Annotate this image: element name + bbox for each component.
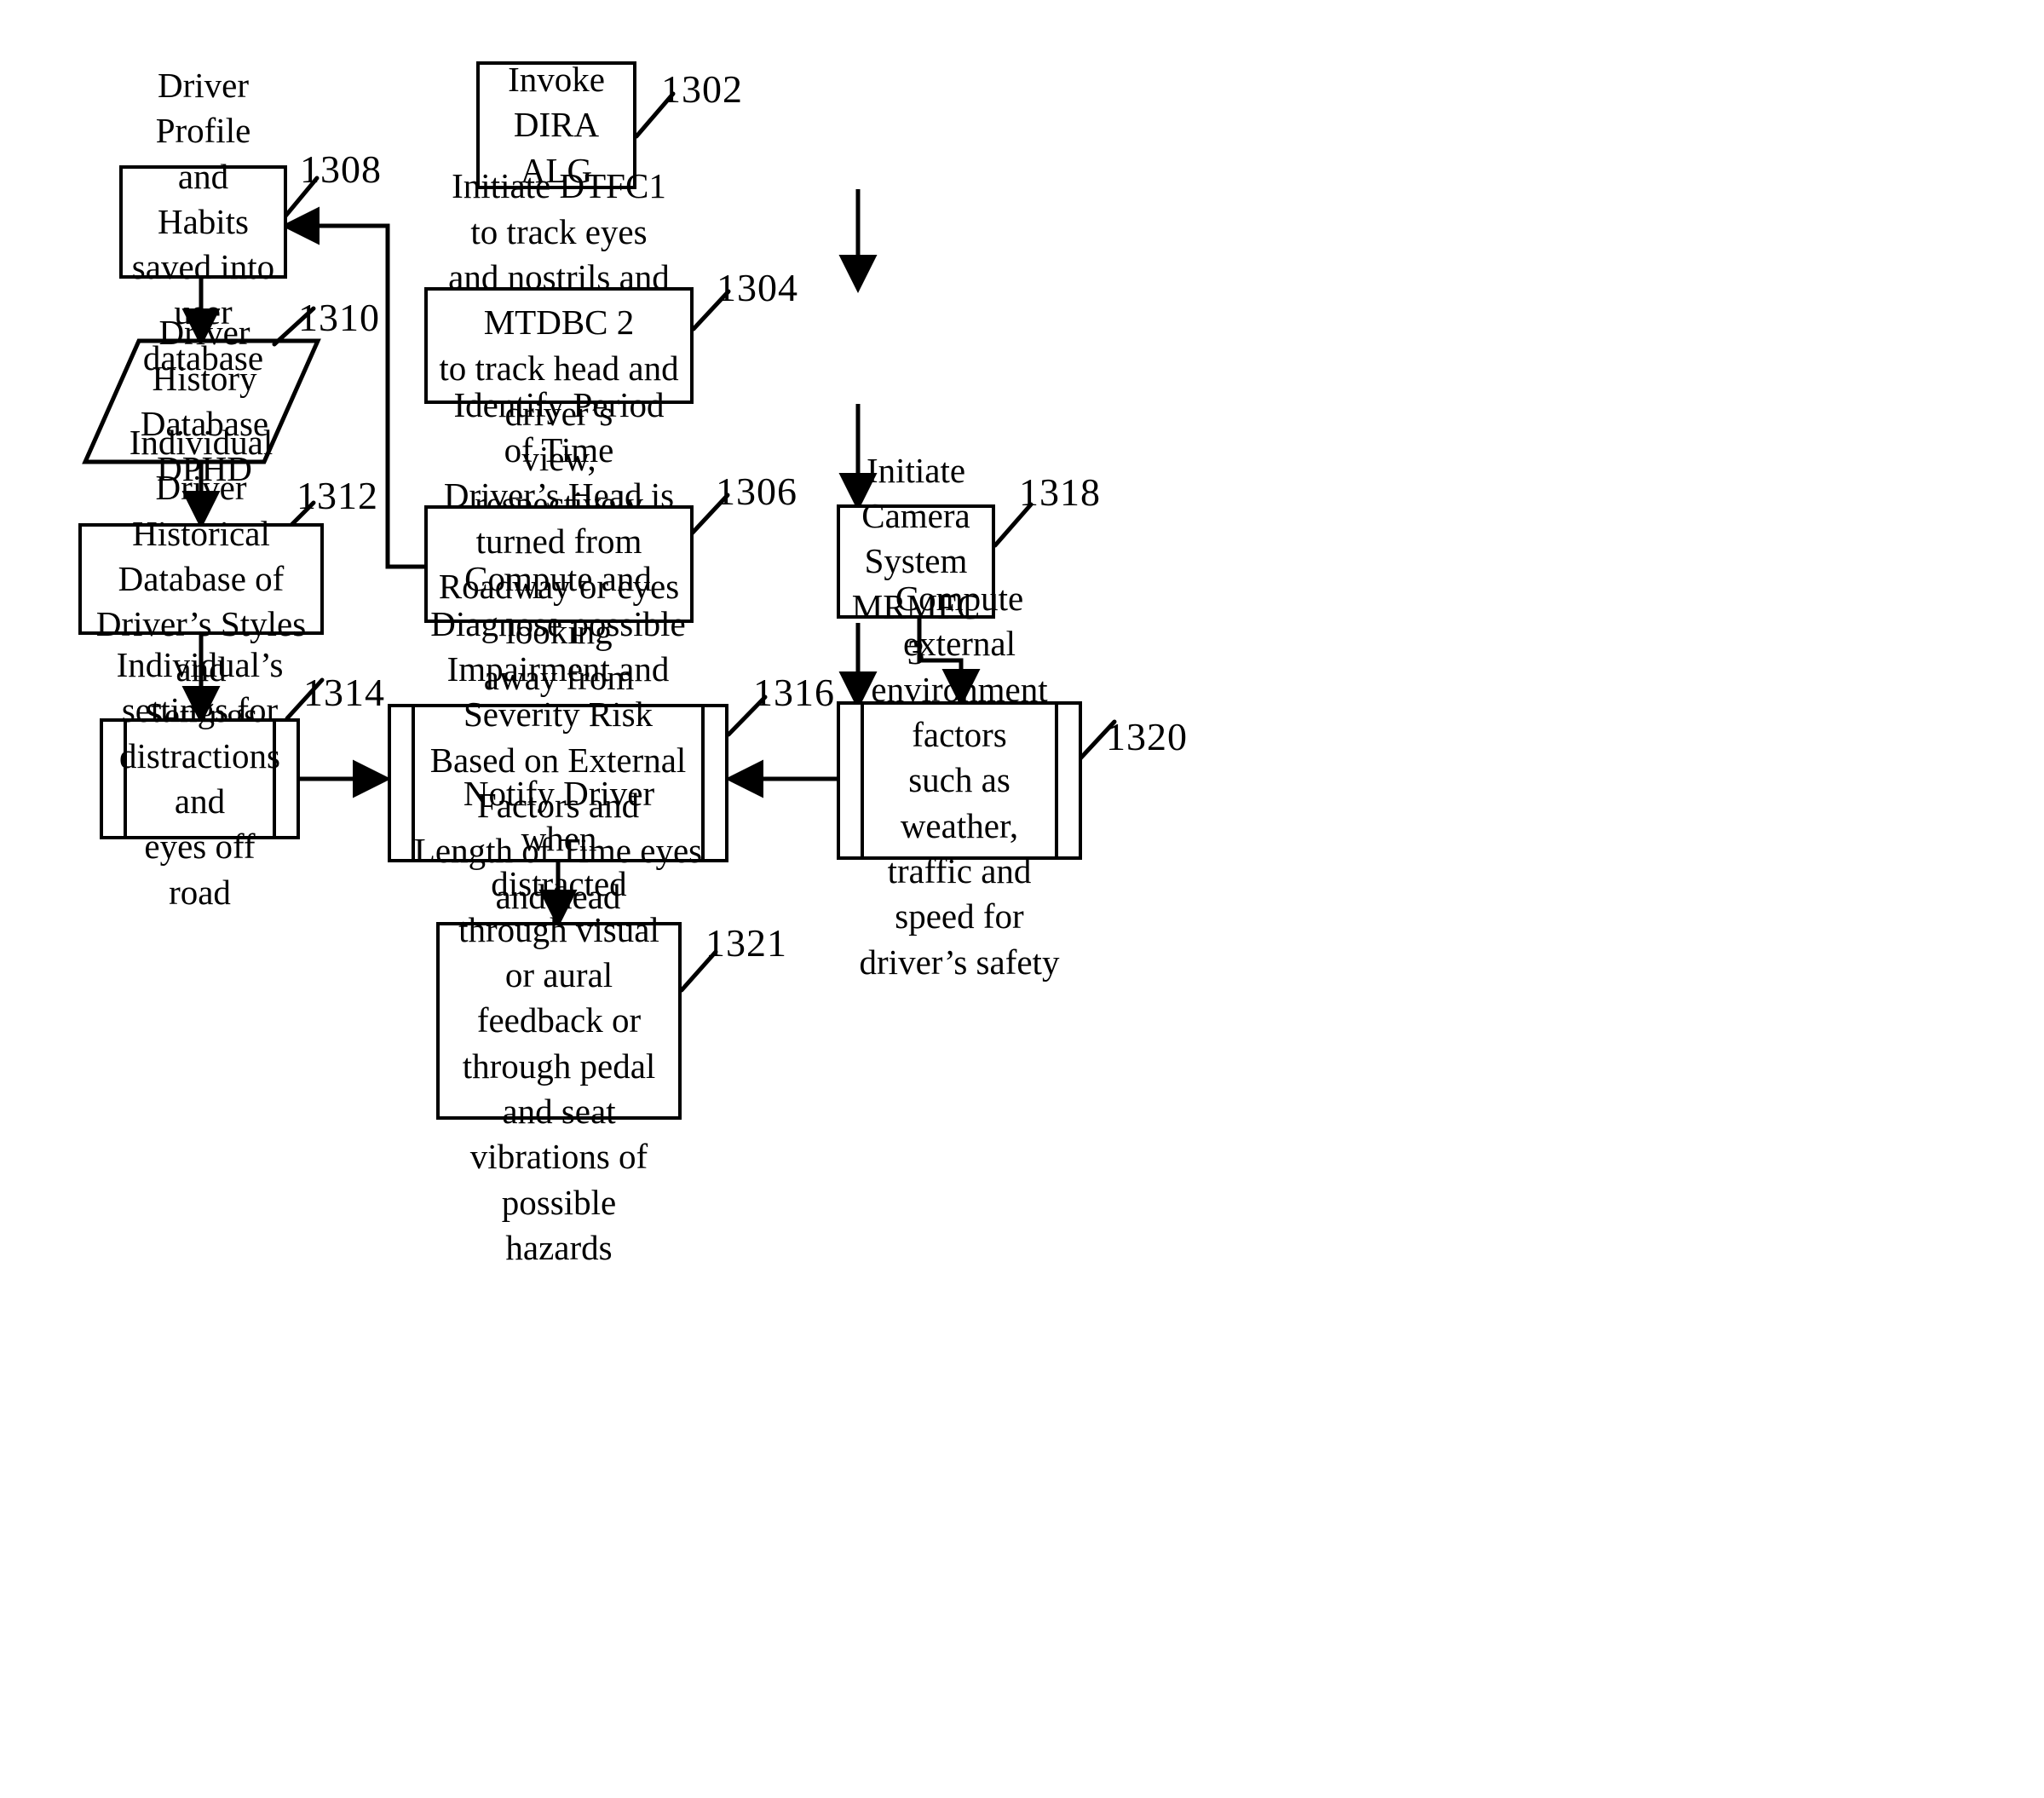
ref-1312: 1312 <box>297 474 378 517</box>
node-individual-driver-historical-database[interactable]: Individual Driver Historical Database of… <box>78 423 324 735</box>
node-individual-settings-distractions[interactable]: Individual’s settings for distractions a… <box>100 645 300 912</box>
node-driver-profile-habits[interactable]: Driver Profile and Habits saved into use… <box>119 66 287 377</box>
ref-1314: 1314 <box>303 671 385 714</box>
node-notify-driver-when-distracted[interactable]: Notify Driver when distracted through vi… <box>436 774 682 1267</box>
ref-1310: 1310 <box>298 296 380 339</box>
node-1320-label: Compute external environment factors suc… <box>859 579 1060 982</box>
ref-1308: 1308 <box>300 147 382 191</box>
node-1321-label: Notify Driver when distracted through vi… <box>458 773 659 1267</box>
ref-1318: 1318 <box>1019 470 1101 514</box>
ref-1306: 1306 <box>716 470 797 513</box>
ref-1320: 1320 <box>1106 715 1188 758</box>
ref-1316: 1316 <box>753 671 835 714</box>
ref-1302: 1302 <box>661 67 743 111</box>
ref-1304: 1304 <box>717 266 798 309</box>
ref-1321: 1321 <box>705 921 787 965</box>
flowchart-canvas: Invoke DIRA ALG 1302 Initiate DTFC1 to t… <box>0 0 2044 1798</box>
node-compute-external-environment-factors[interactable]: Compute external environment factors suc… <box>837 579 1082 982</box>
node-1314-label: Individual’s settings for distractions a… <box>116 645 284 912</box>
